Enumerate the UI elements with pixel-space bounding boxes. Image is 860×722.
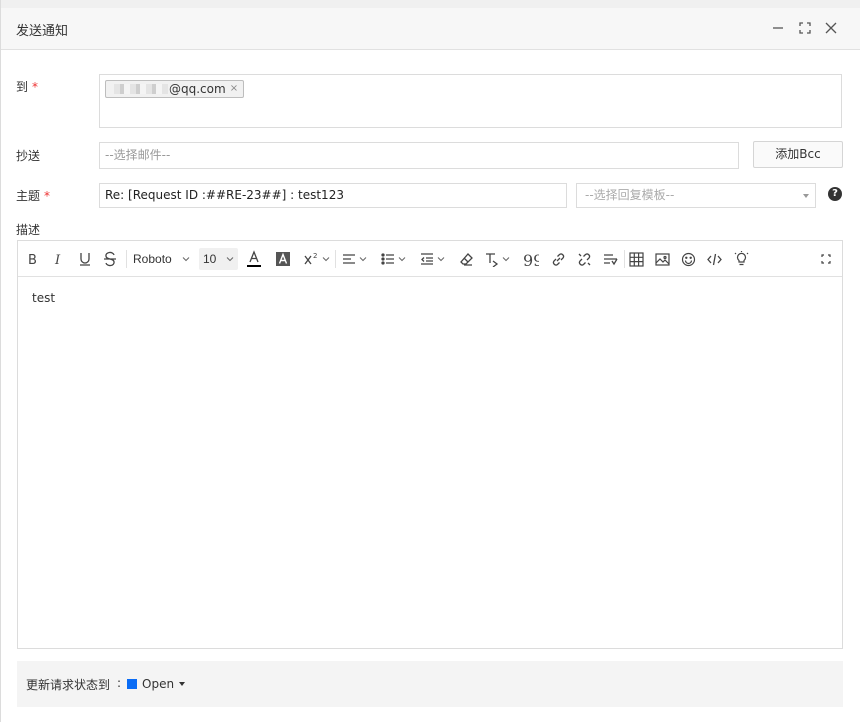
unlink-icon[interactable]: [577, 249, 592, 269]
to-recipients-field[interactable]: @qq.com ×: [99, 74, 842, 128]
font-size-select[interactable]: 10: [199, 248, 239, 270]
status-update-label: 更新请求状态到: [26, 678, 111, 692]
status-color-swatch: [127, 679, 137, 689]
help-icon[interactable]: ?: [828, 187, 842, 201]
toolbar-divider: [126, 250, 127, 268]
superscript-icon[interactable]: 2: [303, 249, 330, 269]
status-update-bar: 更新请求状态到 : Open: [17, 661, 843, 707]
send-notification-dialog: 发送通知 到 * @qq.com × 抄送 --选择邮件-- 添加Bcc 主题 * …: [0, 0, 860, 722]
caret-down-icon: [179, 682, 186, 686]
toolbar-divider: [335, 250, 336, 268]
template-placeholder: --选择回复模板--: [585, 188, 675, 202]
dialog-header: 发送通知: [1, 8, 860, 50]
image-icon[interactable]: [655, 249, 670, 269]
svg-text:2: 2: [313, 252, 317, 260]
svg-text:I: I: [54, 253, 61, 267]
add-bcc-button[interactable]: 添加Bcc: [753, 141, 843, 168]
required-mark: *: [32, 80, 39, 94]
fullscreen-icon[interactable]: [819, 249, 833, 269]
close-icon[interactable]: [822, 19, 840, 37]
caret-down-icon: [803, 194, 809, 198]
font-family-value: Roboto: [133, 252, 172, 266]
highlight-icon[interactable]: [275, 249, 291, 269]
font-color-icon[interactable]: [246, 249, 262, 269]
cc-input[interactable]: --选择邮件--: [99, 142, 739, 169]
subject-input[interactable]: Re: [Request ID :##RE-23##] : test123: [99, 183, 567, 208]
status-value: Open: [142, 677, 175, 691]
font-size-value: 10: [203, 252, 217, 266]
status-dropdown[interactable]: Open: [127, 676, 186, 692]
svg-text:99: 99: [523, 252, 539, 266]
maximize-icon[interactable]: [796, 19, 814, 37]
top-strip: [1, 0, 860, 8]
rich-text-editor: B I Roboto 10 2 99 test: [17, 240, 843, 649]
eraser-icon[interactable]: [459, 249, 474, 269]
recipient-chip[interactable]: @qq.com ×: [105, 80, 245, 98]
status-colon: :: [117, 676, 122, 690]
strikethrough-icon[interactable]: [103, 249, 117, 269]
italic-icon[interactable]: I: [52, 249, 66, 269]
underline-icon[interactable]: [78, 249, 92, 269]
table-icon[interactable]: [629, 249, 644, 269]
editor-toolbar: B I Roboto 10 2 99: [18, 241, 842, 277]
reply-template-select[interactable]: --选择回复模板--: [576, 183, 816, 208]
font-family-select[interactable]: Roboto: [133, 249, 190, 269]
svg-text:B: B: [28, 253, 37, 267]
indent-icon[interactable]: [420, 249, 445, 269]
line-spacing-icon[interactable]: [603, 249, 618, 269]
editor-content[interactable]: test: [32, 291, 55, 305]
code-icon[interactable]: [707, 249, 722, 269]
tip-icon[interactable]: [734, 249, 749, 269]
subject-label: 主题 *: [16, 189, 51, 203]
emoji-icon[interactable]: [681, 249, 696, 269]
cc-label: 抄送: [16, 149, 41, 163]
quote-icon[interactable]: 99: [523, 249, 539, 269]
minimize-icon[interactable]: [769, 19, 787, 37]
list-icon[interactable]: [381, 249, 406, 269]
recipient-email: @qq.com: [169, 82, 226, 96]
remove-recipient-icon[interactable]: ×: [230, 81, 238, 97]
dialog-title: 发送通知: [16, 24, 69, 39]
link-icon[interactable]: [551, 249, 566, 269]
to-label: 到 *: [16, 80, 39, 94]
description-label: 描述: [16, 223, 41, 237]
clear-format-icon[interactable]: [484, 249, 510, 269]
bold-icon[interactable]: B: [26, 249, 40, 269]
required-mark: *: [44, 189, 51, 203]
redacted-name: [114, 84, 168, 94]
toolbar-divider: [624, 250, 625, 268]
align-icon[interactable]: [342, 249, 367, 269]
